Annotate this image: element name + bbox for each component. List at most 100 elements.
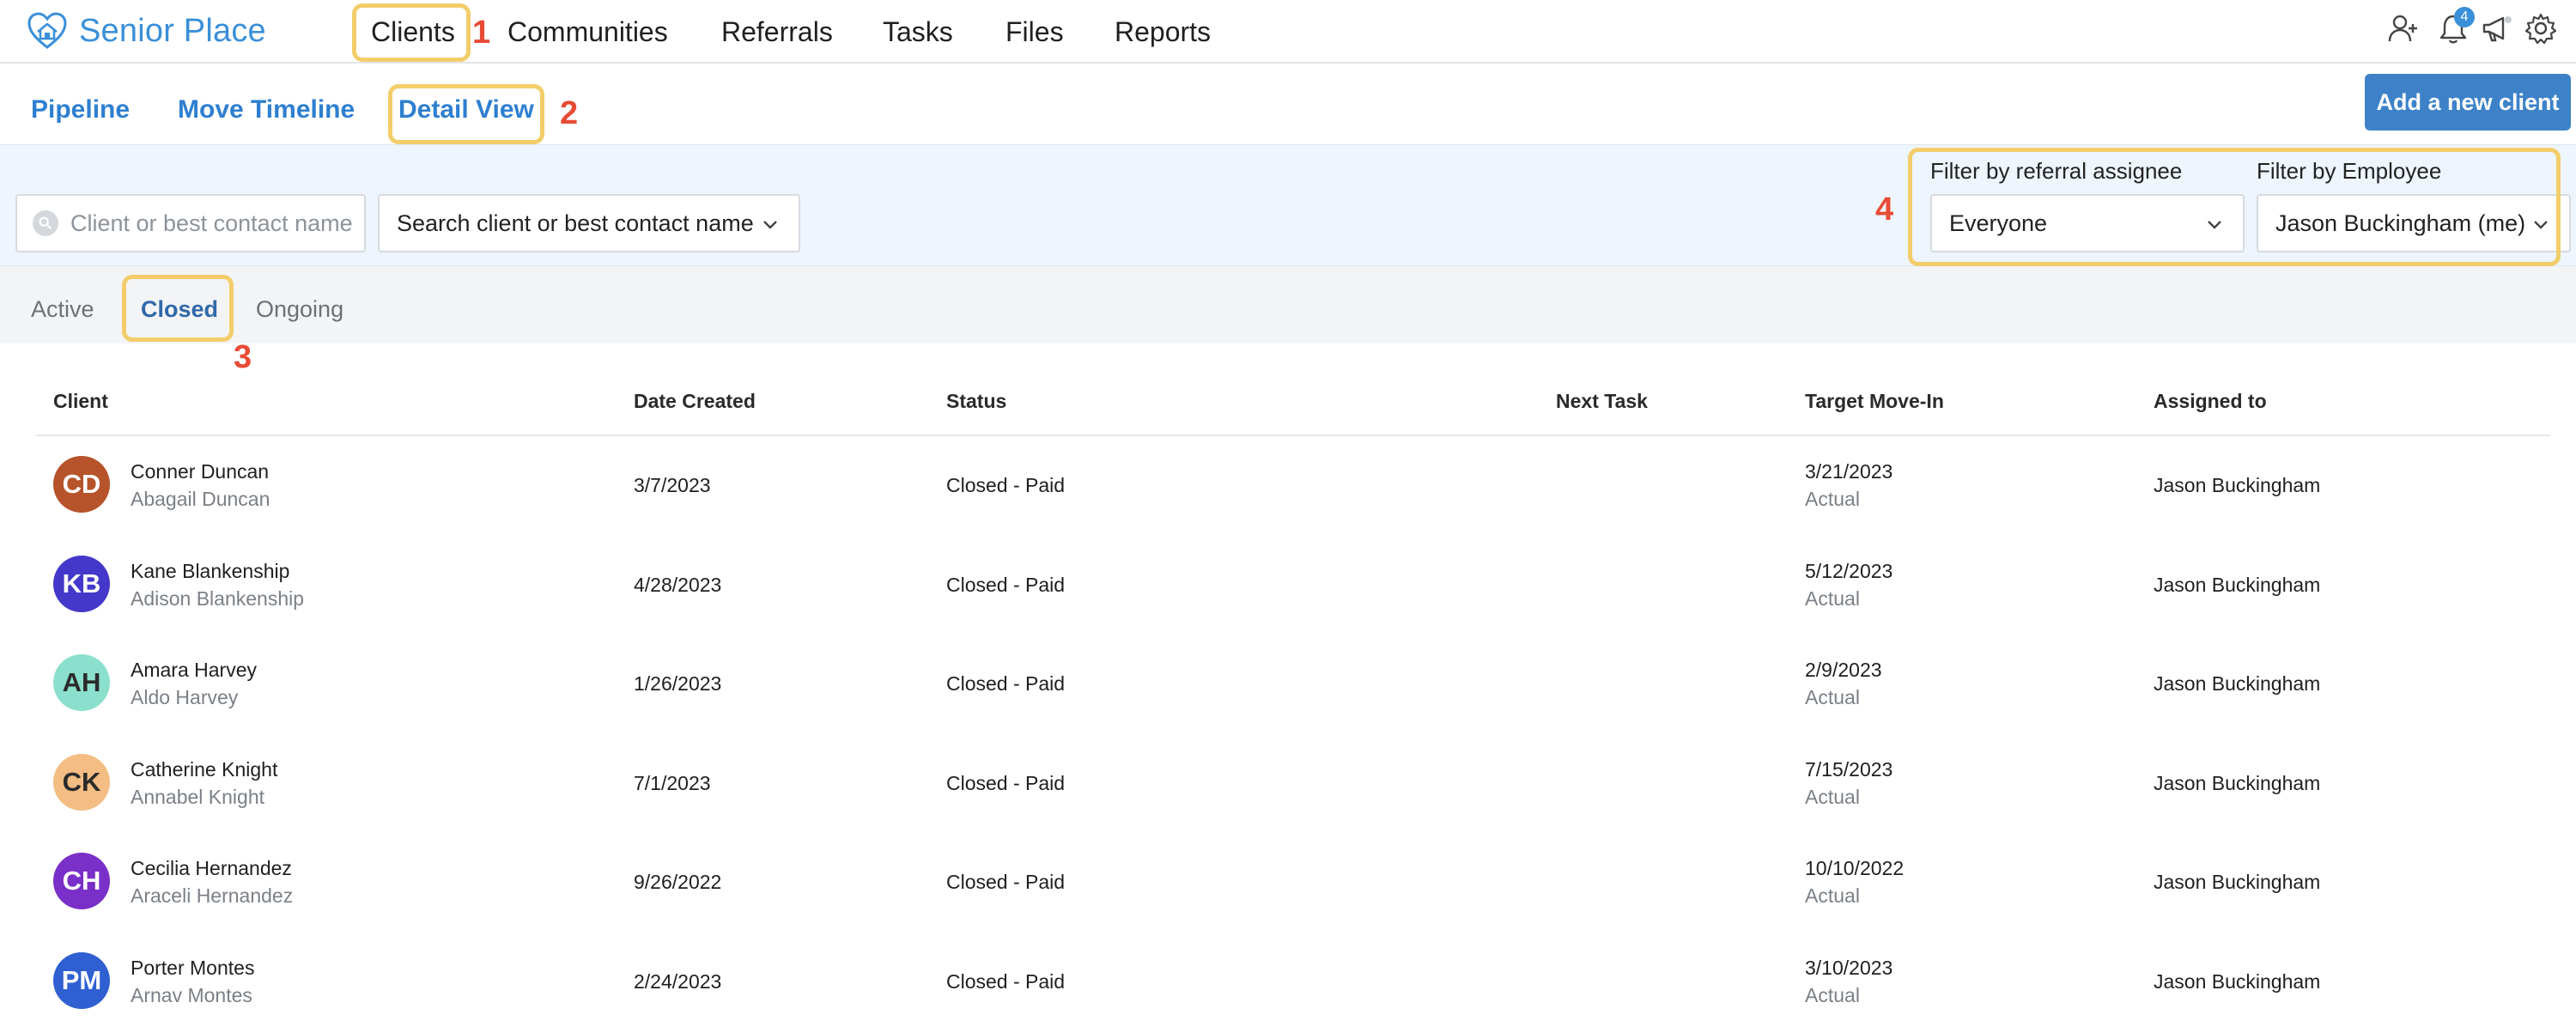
move-in-date: 7/15/2023 bbox=[1805, 757, 1893, 781]
tab-closed[interactable]: Closed bbox=[141, 294, 218, 325]
status-text: Closed - Paid bbox=[946, 474, 1066, 496]
move-in-type: Actual bbox=[1805, 785, 1860, 808]
assigned-to: Jason Buckingham bbox=[2154, 969, 2321, 993]
client-name[interactable]: Amara Harvey bbox=[131, 657, 257, 683]
assigned-to: Jason Buckingham bbox=[2154, 672, 2321, 695]
client-avatar: PM bbox=[53, 951, 110, 1009]
client-select-value: Search client or best contact name bbox=[397, 210, 754, 236]
client-avatar: AH bbox=[53, 654, 110, 711]
subnav-detail-view[interactable]: Detail View bbox=[398, 93, 534, 127]
client-select-dropdown[interactable]: Search client or best contact name bbox=[378, 194, 800, 252]
move-in-date: 3/10/2023 bbox=[1805, 956, 1893, 979]
move-in-date: 3/21/2023 bbox=[1805, 460, 1893, 483]
megaphone-icon[interactable] bbox=[2480, 12, 2512, 52]
nav-clients[interactable]: Clients bbox=[371, 13, 455, 51]
annotation-number-1: 1 bbox=[472, 15, 491, 51]
client-name[interactable]: Porter Montes bbox=[131, 955, 254, 981]
gear-icon[interactable] bbox=[2524, 12, 2557, 52]
brand-name: Senior Place bbox=[79, 12, 266, 49]
chevron-down-icon bbox=[2208, 221, 2221, 229]
status-text: Closed - Paid bbox=[946, 771, 1066, 794]
add-new-client-button[interactable]: Add a new client bbox=[2365, 74, 2571, 131]
nav-files[interactable]: Files bbox=[1005, 13, 1064, 51]
table-row[interactable]: PM Porter Montes Arnav Montes 2/24/2023 … bbox=[36, 931, 2550, 1030]
employee-filter-value: Jason Buckingham (me) bbox=[2275, 210, 2526, 236]
move-in-type: Actual bbox=[1805, 488, 1860, 510]
nav-tasks[interactable]: Tasks bbox=[883, 13, 953, 51]
nav-referrals[interactable]: Referrals bbox=[721, 13, 833, 51]
client-avatar: CK bbox=[53, 753, 110, 811]
chevron-down-icon bbox=[763, 221, 777, 229]
assigned-to: Jason Buckingham bbox=[2154, 474, 2321, 496]
best-contact-name: Annabel Knight bbox=[131, 785, 265, 808]
referral-assignee-label: Filter by referral assignee bbox=[1930, 158, 2183, 184]
best-contact-name: Arnav Montes bbox=[131, 983, 252, 1006]
client-avatar: CH bbox=[53, 853, 110, 909]
client-search-input[interactable] bbox=[70, 210, 362, 237]
table-row[interactable]: CK Catherine Knight Annabel Knight 7/1/2… bbox=[36, 732, 2550, 831]
move-in-date: 5/12/2023 bbox=[1805, 559, 1893, 582]
column-header-status[interactable]: Status bbox=[946, 388, 1006, 414]
column-header-client[interactable]: Client bbox=[53, 388, 108, 414]
top-navigation-bar: Senior Place Clients Communities Referra… bbox=[0, 0, 2576, 64]
status-text: Closed - Paid bbox=[946, 573, 1066, 596]
date-created: 4/28/2023 bbox=[634, 573, 722, 596]
chevron-down-icon bbox=[2534, 221, 2548, 229]
client-name[interactable]: Kane Blankenship bbox=[131, 558, 289, 584]
search-icon bbox=[33, 210, 58, 236]
subnav-pipeline[interactable]: Pipeline bbox=[31, 93, 130, 127]
annotation-number-3: 3 bbox=[234, 339, 252, 375]
bell-icon[interactable]: 4 bbox=[2437, 7, 2475, 52]
nav-communities[interactable]: Communities bbox=[507, 13, 668, 51]
nav-reports[interactable]: Reports bbox=[1115, 13, 1211, 51]
best-contact-name: Araceli Hernandez bbox=[131, 884, 294, 907]
table-row[interactable]: CD Conner Duncan Abagail Duncan 3/7/2023… bbox=[36, 434, 2550, 533]
move-in-type: Actual bbox=[1805, 884, 1860, 907]
employee-filter-dropdown[interactable]: Jason Buckingham (me) bbox=[2257, 194, 2571, 252]
tab-active[interactable]: Active bbox=[31, 294, 94, 325]
notification-count-badge: 4 bbox=[2454, 7, 2475, 27]
status-tabs-bar bbox=[0, 266, 2576, 343]
assigned-to: Jason Buckingham bbox=[2154, 573, 2321, 596]
sub-navigation: Pipeline Move Timeline Detail View bbox=[0, 65, 2576, 144]
referral-assignee-dropdown[interactable]: Everyone bbox=[1930, 194, 2245, 252]
move-in-type: Actual bbox=[1805, 983, 1860, 1006]
date-created: 1/26/2023 bbox=[634, 672, 722, 695]
tab-ongoing[interactable]: Ongoing bbox=[256, 294, 343, 325]
best-contact-name: Abagail Duncan bbox=[131, 488, 270, 510]
status-text: Closed - Paid bbox=[946, 969, 1066, 993]
date-created: 7/1/2023 bbox=[634, 771, 711, 794]
best-contact-name: Aldo Harvey bbox=[131, 686, 239, 708]
column-header-next-task[interactable]: Next Task bbox=[1556, 388, 1648, 414]
move-in-date: 10/10/2022 bbox=[1805, 857, 1905, 879]
add-user-icon[interactable] bbox=[2387, 12, 2420, 52]
best-contact-name: Adison Blankenship bbox=[131, 586, 305, 610]
table-row[interactable]: KB Kane Blankenship Adison Blankenship 4… bbox=[36, 534, 2550, 633]
subnav-move-timeline[interactable]: Move Timeline bbox=[178, 93, 355, 127]
status-text: Closed - Paid bbox=[946, 871, 1066, 893]
referral-assignee-value: Everyone bbox=[1949, 210, 2048, 236]
client-avatar: KB bbox=[53, 555, 110, 612]
date-created: 3/7/2023 bbox=[634, 474, 711, 496]
move-in-type: Actual bbox=[1805, 586, 1860, 610]
client-name[interactable]: Catherine Knight bbox=[131, 757, 277, 782]
assigned-to: Jason Buckingham bbox=[2154, 871, 2321, 893]
move-in-date: 2/9/2023 bbox=[1805, 659, 1882, 681]
brand[interactable]: Senior Place bbox=[26, 7, 266, 55]
annotation-number-4: 4 bbox=[1875, 191, 1894, 228]
table-row[interactable]: AH Amara Harvey Aldo Harvey 1/26/2023 Cl… bbox=[36, 633, 2550, 732]
column-header-assigned-to[interactable]: Assigned to bbox=[2154, 388, 2267, 414]
column-header-target-move-in[interactable]: Target Move-In bbox=[1805, 388, 1944, 414]
table-row[interactable]: CH Cecilia Hernandez Araceli Hernandez 9… bbox=[36, 831, 2550, 930]
client-name[interactable]: Conner Duncan bbox=[131, 459, 269, 484]
status-text: Closed - Paid bbox=[946, 672, 1066, 695]
client-avatar: CD bbox=[53, 456, 110, 513]
date-created: 2/24/2023 bbox=[634, 969, 722, 993]
move-in-type: Actual bbox=[1805, 686, 1860, 708]
client-name[interactable]: Cecilia Hernandez bbox=[131, 855, 292, 881]
client-search-field[interactable] bbox=[15, 194, 366, 252]
column-header-date-created[interactable]: Date Created bbox=[634, 388, 756, 414]
assigned-to: Jason Buckingham bbox=[2154, 771, 2321, 794]
annotation-number-2: 2 bbox=[560, 95, 579, 131]
employee-filter-label: Filter by Employee bbox=[2257, 158, 2442, 184]
